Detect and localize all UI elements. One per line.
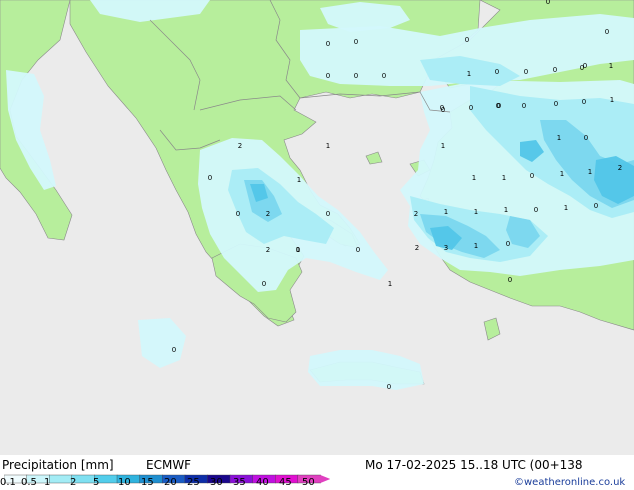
precip-value-label: 0 <box>440 104 444 112</box>
legend-label: 35 <box>233 477 246 488</box>
precip-value-label: 0 <box>382 72 386 80</box>
precip-value-label: 0 <box>594 202 598 210</box>
precip-value-label: 0 <box>506 240 510 248</box>
legend-label: 0.5 <box>21 477 37 488</box>
precip-value-label: 1 <box>296 246 300 254</box>
precip-value-label: 0 <box>605 28 609 36</box>
legend-label: 30 <box>210 477 223 488</box>
legend-label: 40 <box>256 477 269 488</box>
precip-value-label: 0 <box>354 38 358 46</box>
precip-value-label: 0 <box>172 346 176 354</box>
precip-value-label: 1 <box>297 176 301 184</box>
precip-value-label: 0 <box>584 134 588 142</box>
precip-value-label: 1 <box>444 208 448 216</box>
legend-arrow <box>320 475 330 483</box>
precip-value-label: 0 <box>356 246 360 254</box>
precip-value-label: 0 <box>524 68 528 76</box>
precip-value-label: 0 <box>469 104 473 112</box>
precip-value-label: 1 <box>588 168 592 176</box>
precip-value-label: 2 <box>238 142 242 150</box>
precip-value-label: 0 <box>583 62 587 70</box>
precip-value-label: 0 <box>326 40 330 48</box>
legend-label: 20 <box>164 477 177 488</box>
precip-value-label: 2 <box>414 210 418 218</box>
precip-value-label: 2 <box>266 210 270 218</box>
precip-value-label: 1 <box>610 96 614 104</box>
precip-value-label: 1 <box>441 142 445 150</box>
precip-value-label: 0 <box>546 0 550 6</box>
precip-value-label: 1 <box>504 206 508 214</box>
precip-value-label: 1 <box>609 62 613 70</box>
legend-label: 10 <box>118 477 131 488</box>
precip-value-label: 1 <box>564 204 568 212</box>
precip-value-label: 0 <box>326 210 330 218</box>
legend-label: 25 <box>187 477 200 488</box>
precip-value-label: 0 <box>465 36 469 44</box>
legend-label: 50 <box>302 477 315 488</box>
model-label: ECMWF <box>146 458 192 472</box>
precip-value-label: 1 <box>474 208 478 216</box>
precip-value-label: 3 <box>444 244 448 252</box>
precip-value-label: 0 <box>553 66 557 74</box>
credit-label: ©weatheronline.co.uk <box>514 477 626 488</box>
legend-label: 2 <box>70 477 77 488</box>
precip-value-label: 0 <box>387 383 391 391</box>
precip-value-label: 1 <box>474 242 478 250</box>
precip-value-label: 0 <box>508 276 512 284</box>
legend-label: 5 <box>93 477 100 488</box>
precip-value-label: 1 <box>467 70 471 78</box>
parameter-label: Precipitation [mm] <box>2 458 114 472</box>
precip-value-label: 2 <box>266 246 270 254</box>
valid-time-label: Mo 17-02-2025 15..18 UTC (00+138 <box>365 458 583 472</box>
legend-label: 15 <box>141 477 154 488</box>
precip-value-label: 1 <box>560 170 564 178</box>
precip-value-label: 0 <box>496 102 500 110</box>
precip-value-label: 0 <box>495 68 499 76</box>
precip-value-label: 0 <box>534 206 538 214</box>
precip-value-label: 0 <box>554 100 558 108</box>
legend-label: 45 <box>279 477 292 488</box>
precip-value-label: 1 <box>502 174 506 182</box>
legend-label: 1 <box>44 477 51 488</box>
precip-value-label: 0 <box>522 102 526 110</box>
precip-value-label: 0 <box>354 72 358 80</box>
precip-value-label: 0 <box>236 210 240 218</box>
weather-map-page: 0000000000001000010000012110110112101202… <box>0 0 634 490</box>
precip-value-label: 1 <box>388 280 392 288</box>
precip-value-label: 1 <box>472 174 476 182</box>
map-footer: Precipitation [mm] ECMWF Mo 17-02-2025 1… <box>0 455 634 490</box>
precip-value-label: 0 <box>208 174 212 182</box>
precip-value-label: 0 <box>530 172 534 180</box>
precip-value-label: 1 <box>326 142 330 150</box>
precip-value-label: 2 <box>415 244 419 252</box>
precipitation-map: 0 0 0 0 0 0 0 0 0 0 0 0 1 0 0 0 0 1 0 0 0 0 0 1 2 1 1 0 1 1 0 1 1 2 1 0 1 2 0 2… <box>0 0 634 455</box>
precip-value-label: 0 <box>582 98 586 106</box>
precip-value-label: 1 <box>557 134 561 142</box>
precip-value-label: 0 <box>262 280 266 288</box>
precip-value-label: 0 <box>326 72 330 80</box>
legend-swatch <box>49 474 73 484</box>
precip-value-label: 2 <box>618 164 622 172</box>
legend-label: 0.1 <box>0 477 16 488</box>
